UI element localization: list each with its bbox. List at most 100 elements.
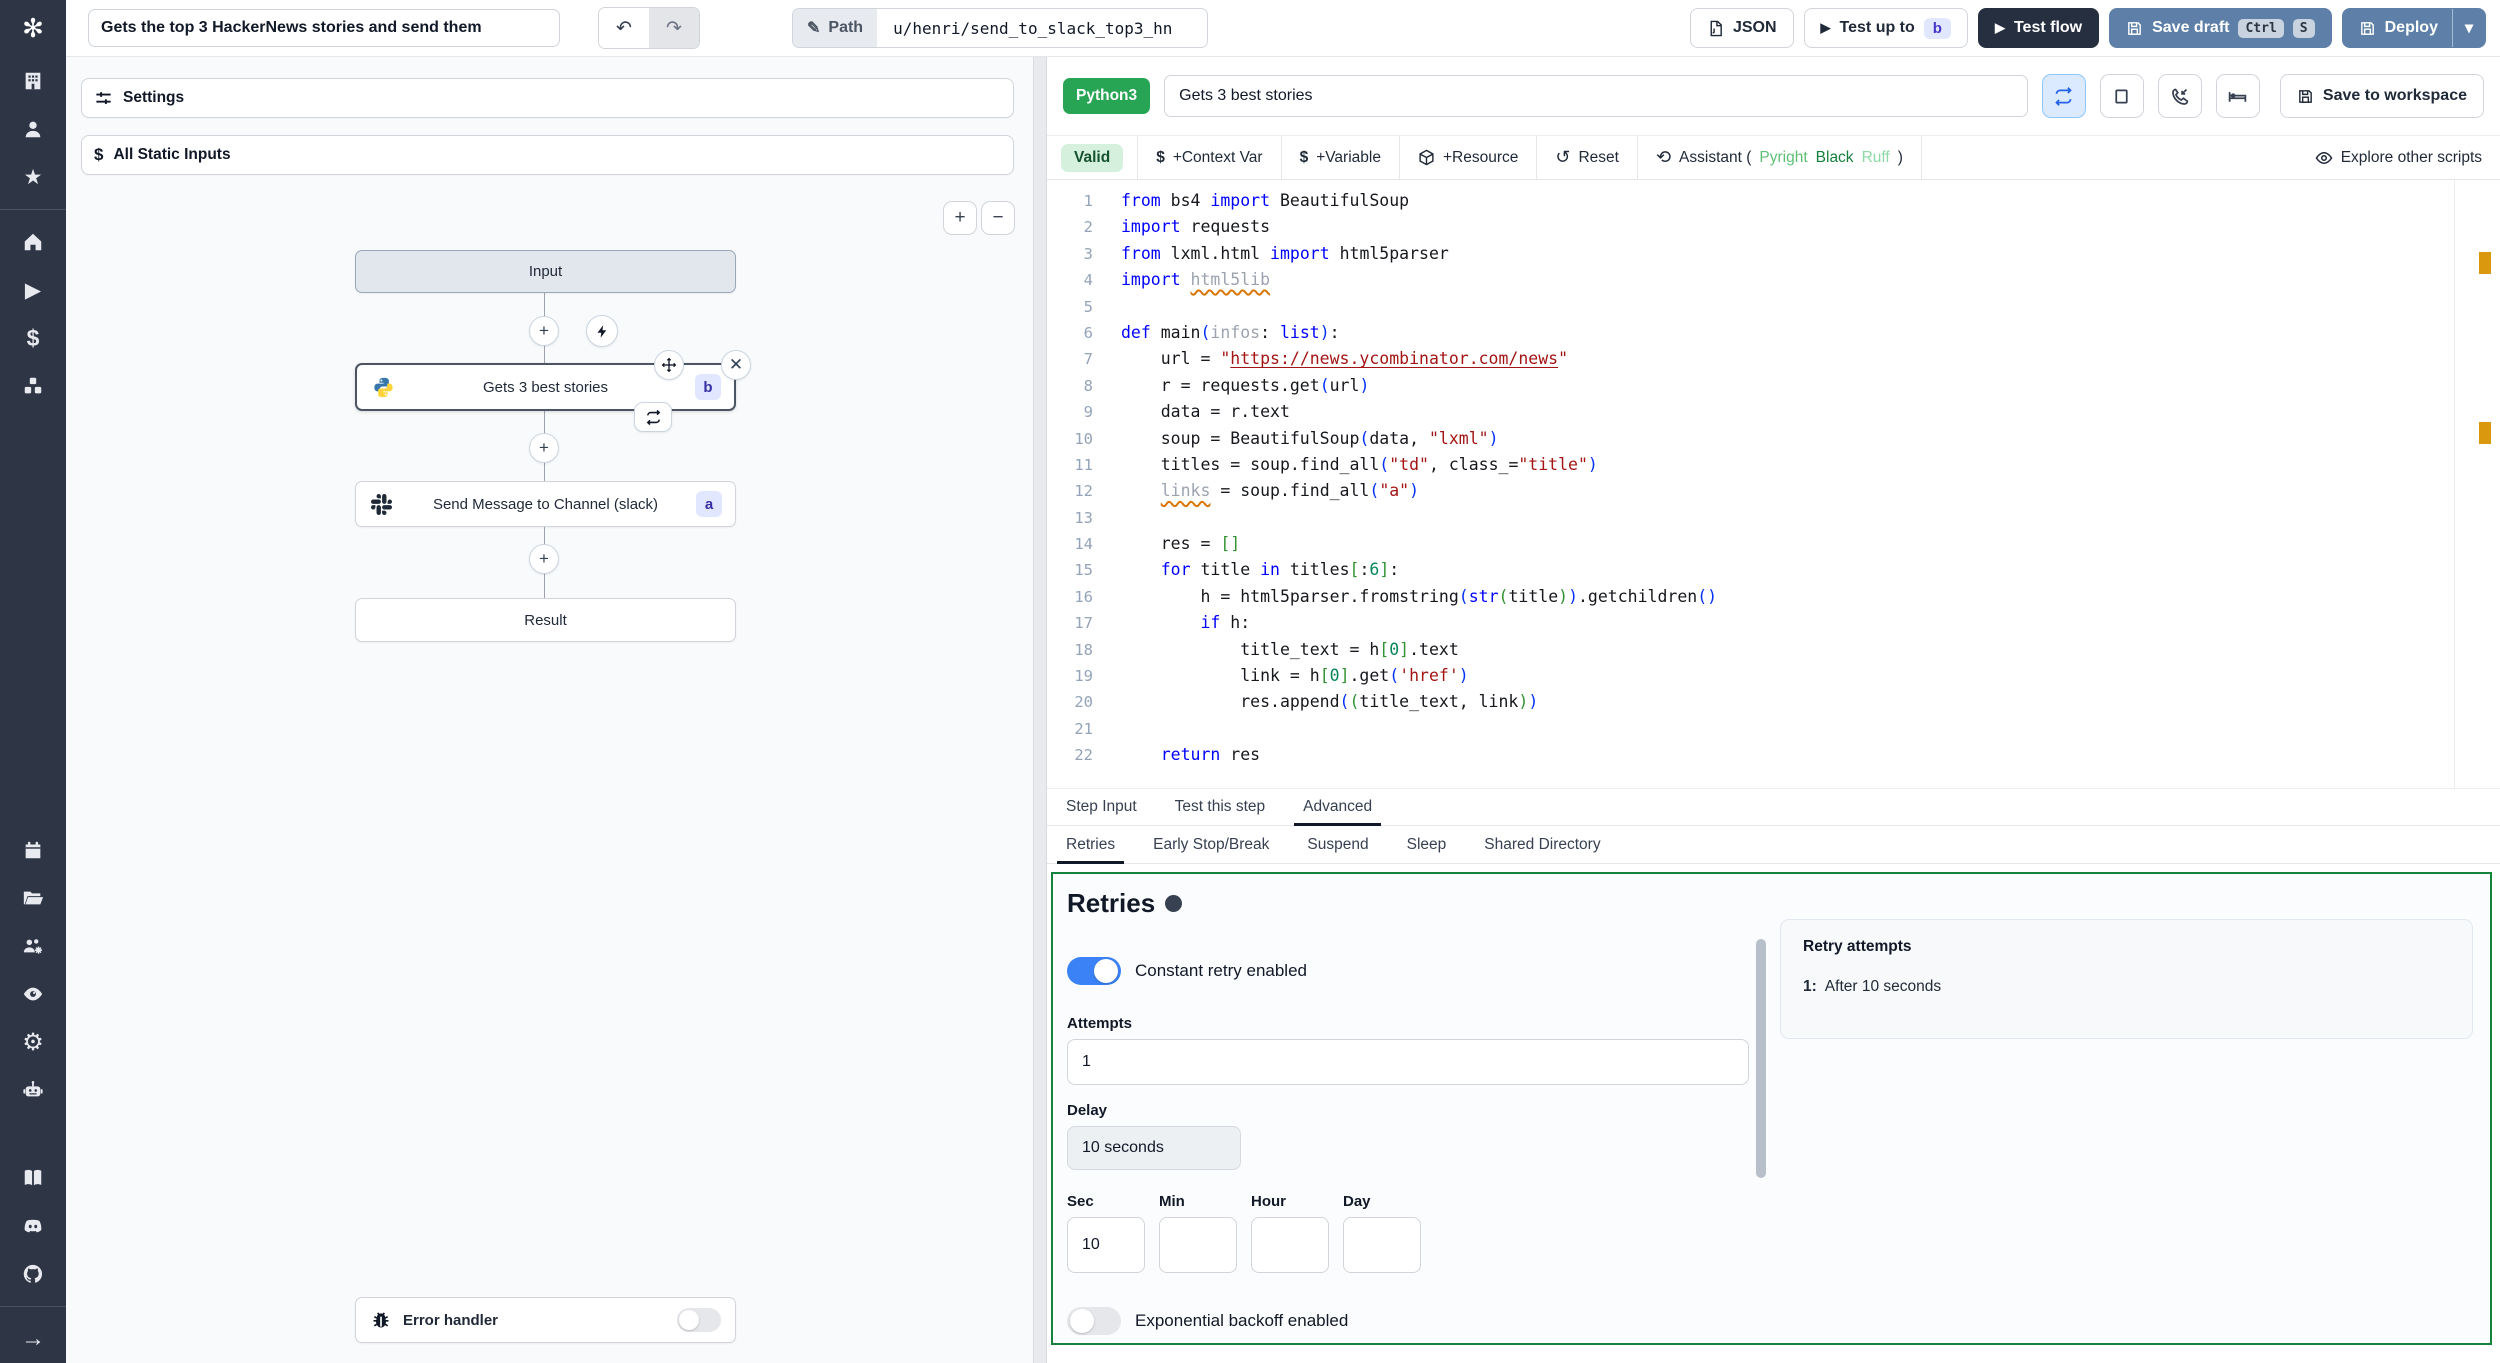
github-icon[interactable]: [0, 1250, 66, 1298]
collapse-arrow-right-icon[interactable]: →: [0, 1315, 66, 1363]
move-step-handle[interactable]: [654, 350, 684, 380]
flow-node-input[interactable]: Input: [355, 250, 736, 293]
flow-static-inputs-bar[interactable]: $ All Static Inputs: [81, 135, 1014, 175]
delay-input[interactable]: [1067, 1126, 1241, 1170]
code-line[interactable]: for title in titles[:6]:: [1121, 557, 2454, 583]
flow-settings-bar[interactable]: Settings: [81, 78, 1014, 118]
subtab-retries[interactable]: Retries: [1047, 826, 1134, 864]
sec-input[interactable]: [1067, 1217, 1145, 1273]
deploy-dropdown-toggle[interactable]: ▾: [2451, 9, 2485, 47]
path-value[interactable]: u/henri/send_to_slack_top3_hn: [877, 9, 1208, 47]
redo-button[interactable]: ↷: [649, 8, 699, 48]
attempts-input[interactable]: [1067, 1039, 1749, 1085]
add-context-var-button[interactable]: $ +Context Var: [1138, 136, 1282, 179]
folders-icon[interactable]: [0, 874, 66, 922]
zoom-in-button[interactable]: +: [943, 201, 977, 235]
insert-step-button[interactable]: +: [529, 316, 559, 346]
subtab-early-stop-break[interactable]: Early Stop/Break: [1134, 826, 1288, 863]
retry-indicator-chip[interactable]: [634, 402, 672, 432]
code-line[interactable]: res.append((title_text, link)): [1121, 689, 2454, 715]
audit-eye-icon[interactable]: [0, 970, 66, 1018]
flow-title-input[interactable]: [88, 9, 560, 47]
save-to-workspace-button[interactable]: Save to workspace: [2279, 74, 2484, 118]
hour-input[interactable]: [1251, 1217, 1329, 1273]
groups-users-gear-icon[interactable]: [0, 922, 66, 970]
favorites-star-icon[interactable]: ★: [0, 153, 66, 201]
constant-retry-toggle[interactable]: [1067, 957, 1121, 985]
code-line[interactable]: if h:: [1121, 610, 2454, 636]
code-line[interactable]: [1121, 716, 2454, 742]
flow-node-error-handler[interactable]: Error handler: [355, 1297, 736, 1343]
code-line[interactable]: h = html5parser.fromstring(str(title)).g…: [1121, 584, 2454, 610]
user-icon[interactable]: [0, 105, 66, 153]
test-up-to-button[interactable]: ▶ Test up to b: [1803, 8, 1968, 48]
early-stop-shortcut-button[interactable]: [2099, 74, 2144, 118]
tab-advanced[interactable]: Advanced: [1284, 789, 1391, 826]
suspend-shortcut-button[interactable]: [2157, 74, 2202, 118]
add-resource-button[interactable]: +Resource: [1400, 136, 1538, 179]
code-line[interactable]: from lxml.html import html5parser: [1121, 241, 2454, 267]
tab-test-this-step[interactable]: Test this step: [1156, 789, 1284, 825]
panel-resize-divider[interactable]: [1033, 57, 1047, 1363]
overview-ruler[interactable]: [2454, 180, 2500, 788]
add-variable-button[interactable]: $ +Variable: [1282, 136, 1400, 179]
delete-step-button[interactable]: ✕: [721, 350, 751, 380]
save-draft-button[interactable]: Save draft Ctrl S: [2109, 8, 2332, 48]
code-line[interactable]: titles = soup.find_all("td", class_="tit…: [1121, 452, 2454, 478]
flow-node-send-message-slack[interactable]: Send Message to Channel (slack) a: [355, 481, 736, 527]
code-line[interactable]: def main(infos: list):: [1121, 320, 2454, 346]
sleep-shortcut-button[interactable]: [2215, 74, 2260, 118]
resources-cubes-icon[interactable]: [0, 362, 66, 410]
code-line[interactable]: from bs4 import BeautifulSoup: [1121, 188, 2454, 214]
code-line[interactable]: data = r.text: [1121, 399, 2454, 425]
retries-shortcut-button[interactable]: [2041, 74, 2086, 118]
retries-scrollbar[interactable]: [1756, 939, 1766, 1178]
undo-button[interactable]: ↶: [599, 8, 649, 48]
runs-play-icon[interactable]: ▶: [0, 266, 66, 314]
code-line[interactable]: url = "https://news.ycombinator.com/news…: [1121, 346, 2454, 372]
code-line[interactable]: title_text = h[0].text: [1121, 637, 2454, 663]
code-line[interactable]: [1121, 294, 2454, 320]
insert-step-button[interactable]: +: [529, 433, 559, 463]
step-name-input[interactable]: [1164, 75, 2028, 117]
subtab-sleep[interactable]: Sleep: [1388, 826, 1466, 863]
code-line[interactable]: return res: [1121, 742, 2454, 768]
flow-node-result[interactable]: Result: [355, 598, 736, 642]
code-content[interactable]: from bs4 import BeautifulSoup import requ…: [1111, 180, 2454, 788]
workspace-icon[interactable]: [0, 57, 66, 105]
test-flow-button[interactable]: ▶ Test flow: [1977, 8, 2100, 48]
day-input[interactable]: [1343, 1217, 1421, 1273]
home-icon[interactable]: [0, 218, 66, 266]
reset-button[interactable]: ↺ Reset: [1537, 136, 1638, 179]
code-line[interactable]: [1121, 505, 2454, 531]
code-line[interactable]: res = []: [1121, 531, 2454, 557]
code-line[interactable]: r = requests.get(url): [1121, 373, 2454, 399]
path-field[interactable]: ✎ Path u/henri/send_to_slack_top3_hn: [792, 8, 1209, 48]
variables-dollar-icon[interactable]: $: [0, 314, 66, 362]
code-line[interactable]: link = h[0].get('href'): [1121, 663, 2454, 689]
code-line[interactable]: soup = BeautifulSoup(data, "lxml"): [1121, 426, 2454, 452]
code-line[interactable]: import html5lib: [1121, 267, 2454, 293]
deploy-button[interactable]: Deploy ▾: [2341, 8, 2486, 48]
windmill-logo-icon[interactable]: ✻: [0, 0, 66, 57]
code-line[interactable]: links = soup.find_all("a"): [1121, 478, 2454, 504]
docs-book-icon[interactable]: [0, 1154, 66, 1202]
min-input[interactable]: [1159, 1217, 1237, 1273]
tab-step-input[interactable]: Step Input: [1047, 789, 1156, 825]
insert-step-button[interactable]: +: [529, 544, 559, 574]
assistant-status[interactable]: ⟲ Assistant (Pyright Black Ruff): [1638, 136, 1922, 179]
json-button[interactable]: JSON: [1689, 8, 1794, 48]
settings-gear-icon[interactable]: ⚙: [0, 1018, 66, 1066]
subtab-suspend[interactable]: Suspend: [1288, 826, 1387, 863]
ai-robot-icon[interactable]: [0, 1066, 66, 1114]
info-icon[interactable]: [1165, 895, 1183, 912]
error-handler-toggle[interactable]: [677, 1308, 721, 1332]
schedules-calendar-icon[interactable]: [0, 826, 66, 874]
code-editor[interactable]: 1 2 3 4 5 6 7 8 9 10 11 12 13 14 15 16 17 18 19 20 21 22 from…: [1047, 180, 2500, 788]
zoom-out-button[interactable]: −: [981, 201, 1015, 235]
exponential-backoff-toggle[interactable]: [1067, 1307, 1121, 1335]
trigger-bolt-button[interactable]: [586, 315, 618, 347]
subtab-shared-directory[interactable]: Shared Directory: [1465, 826, 1619, 863]
discord-icon[interactable]: [0, 1202, 66, 1250]
explore-other-scripts-button[interactable]: Explore other scripts: [2297, 136, 2500, 179]
